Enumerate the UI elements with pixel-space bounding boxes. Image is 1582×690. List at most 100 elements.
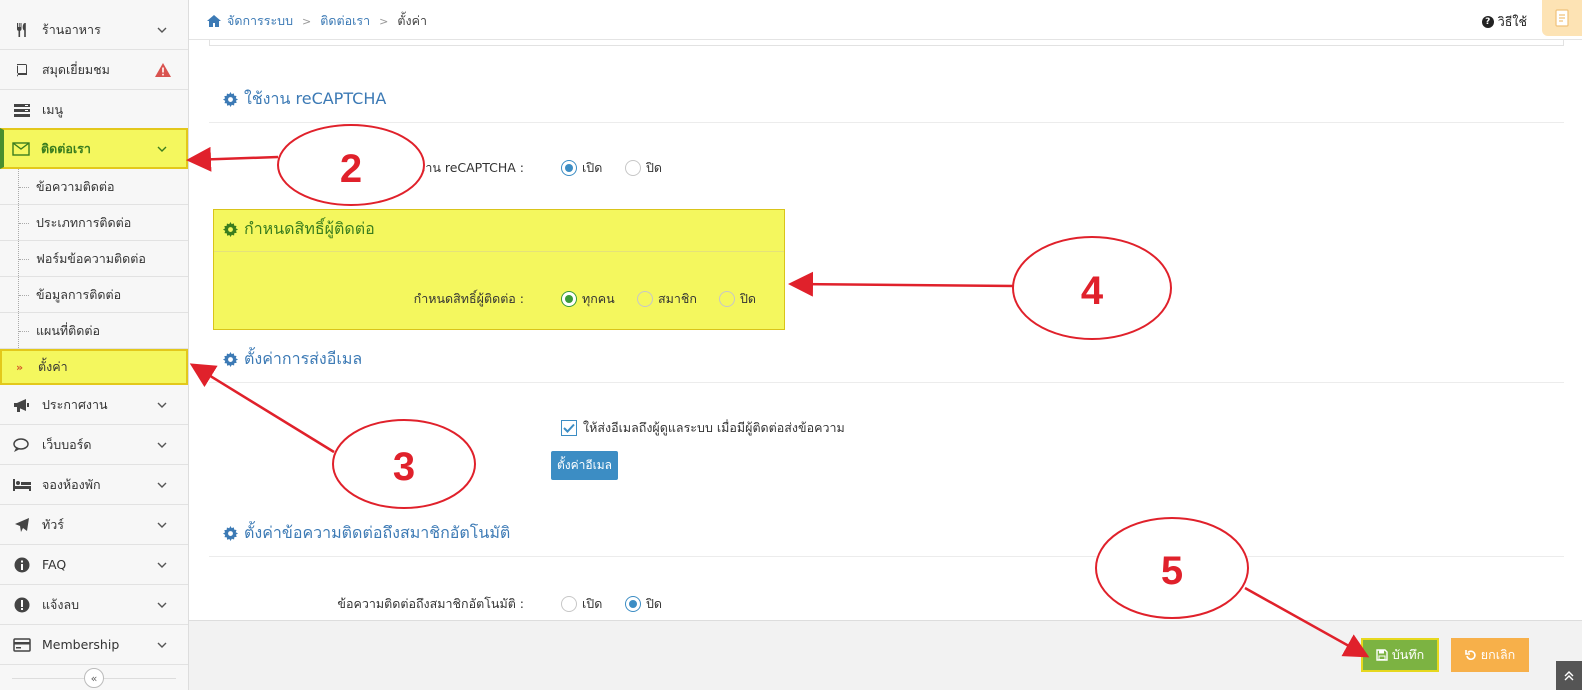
chevron-down-icon <box>157 402 167 408</box>
help-label: วิธีใช้ <box>1497 14 1527 29</box>
section-divider <box>209 556 1564 557</box>
permission-field-label: กำหนดสิทธิ์ผู้ติดต่อ : <box>413 291 524 306</box>
recaptcha-field-label: ใช้งาน reCAPTCHA : <box>404 160 524 175</box>
radio-label: เปิด <box>582 160 603 175</box>
server-menu-icon <box>11 101 33 119</box>
radio-circle <box>625 160 641 176</box>
cancel-label: ยกเลิก <box>1480 647 1516 662</box>
radio-circle <box>637 291 653 307</box>
sidebar-item-guestbook[interactable]: สมุดเยี่ยมชม <box>0 50 188 90</box>
sidebar-subitem-label: ประเภทการติดต่อ <box>36 214 132 230</box>
radio-label: ปิด <box>646 596 663 611</box>
permission-radio-off[interactable]: ปิด <box>719 289 756 309</box>
email-settings-button[interactable]: ตั้งค่าอีเมล <box>551 451 618 480</box>
save-button[interactable]: บันทึก <box>1361 638 1439 672</box>
recaptcha-radio-off[interactable]: ปิด <box>625 158 662 178</box>
radio-circle <box>561 596 577 612</box>
gear-icon <box>223 92 238 107</box>
double-chevron-up-icon <box>1564 671 1574 681</box>
sidebar-item-menu[interactable]: เมนู <box>0 90 188 130</box>
section-divider <box>209 122 1564 123</box>
sidebar-item-label: FAQ <box>42 557 67 572</box>
top-header: จัดการระบบ > ติดต่อเรา > ตั้งค่า ? วิธีใ… <box>189 0 1582 40</box>
sidebar-subitem-label: ตั้งค่า <box>38 359 68 374</box>
sidebar-item-restaurant[interactable]: ร้านอาหาร <box>0 10 188 50</box>
section-title-recaptcha: ใช้งาน reCAPTCHA <box>223 87 386 112</box>
section-title-auto-message: ตั้งค่าข้อความติดต่อถึงสมาชิกอัตโนมัติ <box>223 521 510 546</box>
sidebar: ร้านอาหาร สมุดเยี่ยมชม เมนู ติดต่อเรา ข้… <box>0 0 189 690</box>
breadcrumb-link-contact[interactable]: ติดต่อเรา <box>320 11 370 31</box>
plane-icon <box>11 516 33 534</box>
section-title-email: ตั้งค่าการส่งอีเมล <box>223 347 362 372</box>
radio-label: ทุกคน <box>582 291 615 306</box>
sidebar-subitem-label: ข้อความติดต่อ <box>36 178 115 194</box>
radio-circle <box>625 596 641 612</box>
info-icon <box>11 556 33 574</box>
sidebar-item-label: ติดต่อเรา <box>41 140 91 156</box>
sidebar-subitem-messages[interactable]: ข้อความติดต่อ <box>0 169 188 205</box>
section-divider <box>214 251 784 252</box>
radio-circle <box>719 291 735 307</box>
gear-icon <box>223 352 238 367</box>
checkbox-label: ให้ส่งอีเมลถึงผู้ดูแลระบบ เมื่อมีผู้ติดต… <box>583 420 845 435</box>
sidebar-item-label: เมนู <box>42 101 64 117</box>
sidebar-item-label: แจ้งลบ <box>42 596 80 612</box>
chevron-down-icon <box>157 146 167 152</box>
sidebar-subitem-contact-info[interactable]: ข้อมูลการติดต่อ <box>0 277 188 313</box>
breadcrumb-separator-icon: > <box>302 14 312 28</box>
sidebar-item-label: เว็บบอร์ด <box>42 436 92 452</box>
sidebar-collapse-button[interactable]: « <box>84 668 104 688</box>
section-title-text: ใช้งาน reCAPTCHA <box>244 89 387 108</box>
help-link[interactable]: ? วิธีใช้ <box>1481 12 1527 32</box>
radio-label: เปิด <box>582 596 603 611</box>
chevron-down-icon <box>157 522 167 528</box>
sidebar-item-membership[interactable]: Membership <box>0 625 188 665</box>
sidebar-subitem-contact-form[interactable]: ฟอร์มข้อความติดต่อ <box>0 241 188 277</box>
gear-icon <box>223 222 238 237</box>
envelope-icon <box>10 140 32 158</box>
permission-radio-members[interactable]: สมาชิก <box>637 289 697 309</box>
sidebar-subitem-contact-types[interactable]: ประเภทการติดต่อ <box>0 205 188 241</box>
sidebar-item-label: จองห้องพัก <box>42 476 101 492</box>
sidebar-item-label: ประกาศงาน <box>42 396 108 412</box>
cancel-button[interactable]: ยกเลิก <box>1451 638 1529 672</box>
bed-icon <box>11 476 33 494</box>
sidebar-subitem-settings[interactable]: » ตั้งค่า <box>0 349 188 385</box>
section-title-text: ตั้งค่าข้อความติดต่อถึงสมาชิกอัตโนมัติ <box>244 523 511 542</box>
sidebar-subitem-label: ข้อมูลการติดต่อ <box>36 286 122 302</box>
save-label: บันทึก <box>1391 647 1425 662</box>
chevron-down-icon <box>157 482 167 488</box>
utensils-icon <box>11 21 33 39</box>
chevron-down-icon <box>157 602 167 608</box>
sidebar-item-report[interactable]: แจ้งลบ <box>0 585 188 625</box>
warning-icon <box>155 62 171 77</box>
sidebar-item-jobs[interactable]: ประกาศงาน <box>0 385 188 425</box>
section-divider <box>209 382 1564 383</box>
auto-message-radio-off[interactable]: ปิด <box>625 594 662 614</box>
auto-message-field-label: ข้อความติดต่อถึงสมาชิกอัตโนมัติ : <box>337 596 524 611</box>
undo-icon <box>1464 650 1476 660</box>
gear-icon <box>223 526 238 541</box>
breadcrumb: จัดการระบบ > ติดต่อเรา > ตั้งค่า <box>206 11 427 31</box>
sidebar-subitem-contact-map[interactable]: แผนที่ติดต่อ <box>0 313 188 349</box>
book-icon <box>11 61 33 79</box>
auto-message-radio-on[interactable]: เปิด <box>561 594 602 614</box>
sidebar-item-booking[interactable]: จองห้องพัก <box>0 465 188 505</box>
sidebar-item-label: ทัวร์ <box>42 516 64 532</box>
sidebar-item-label: ร้านอาหาร <box>42 21 101 37</box>
notebook-button[interactable] <box>1542 0 1582 36</box>
notify-admin-checkbox[interactable]: ให้ส่งอีเมลถึงผู้ดูแลระบบ เมื่อมีผู้ติดต… <box>561 418 845 438</box>
scroll-to-top-button[interactable] <box>1556 661 1582 690</box>
breadcrumb-link-admin[interactable]: จัดการระบบ <box>227 11 293 31</box>
radio-circle <box>561 160 577 176</box>
exclamation-icon <box>11 596 33 614</box>
settings-form: ใช้งาน reCAPTCHA ใช้งาน reCAPTCHA : เปิด… <box>189 40 1582 620</box>
sidebar-item-webboard[interactable]: เว็บบอร์ด <box>0 425 188 465</box>
permission-radio-everyone[interactable]: ทุกคน <box>561 289 615 309</box>
form-action-bar: บันทึก ยกเลิก <box>189 620 1582 690</box>
recaptcha-radio-on[interactable]: เปิด <box>561 158 602 178</box>
previous-panel-edge <box>209 40 1564 46</box>
sidebar-item-contact[interactable]: ติดต่อเรา <box>0 128 188 169</box>
sidebar-item-faq[interactable]: FAQ <box>0 545 188 585</box>
sidebar-item-tour[interactable]: ทัวร์ <box>0 505 188 545</box>
